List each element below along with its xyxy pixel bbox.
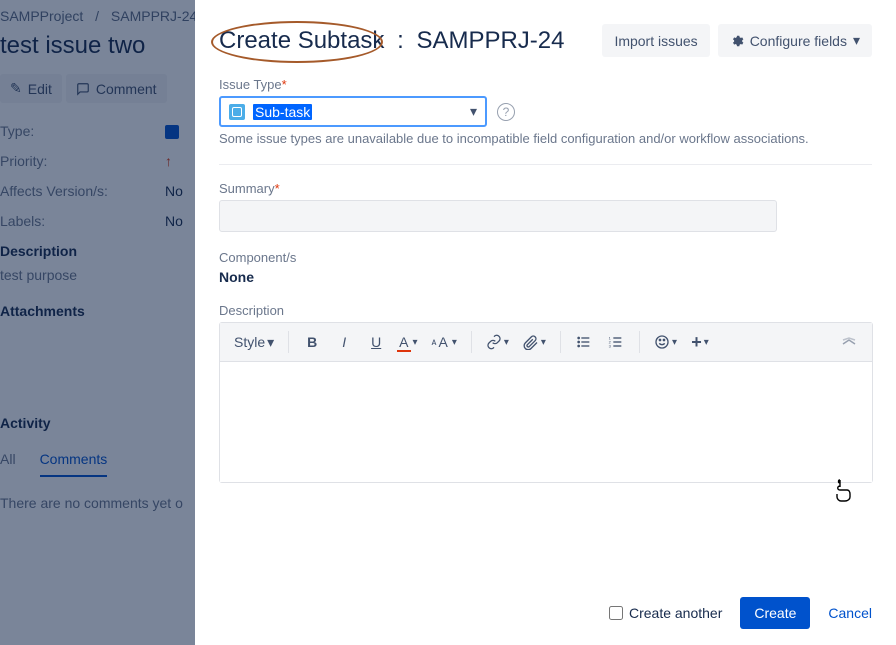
- toolbar-separator: [560, 331, 561, 353]
- cancel-button[interactable]: Cancel: [828, 605, 872, 621]
- create-another-checkbox[interactable]: [609, 606, 623, 620]
- issue-type-value: Sub-task: [253, 104, 312, 120]
- modal-title: Create Subtask : SAMPPRJ-24: [219, 27, 564, 55]
- toolbar-separator: [639, 331, 640, 353]
- toolbar-separator: [471, 331, 472, 353]
- description-label: Description: [219, 303, 872, 318]
- attachment-button[interactable]: ▾: [517, 327, 552, 357]
- configure-fields-button[interactable]: Configure fields ▾: [718, 24, 872, 57]
- caret-down-icon: ▾: [267, 334, 274, 351]
- bullet-list-button[interactable]: [569, 327, 599, 357]
- editor-toolbar: Style▾ B I U A▾ ᴀA▾ ▾ ▾: [220, 323, 872, 362]
- caret-down-icon: ▾: [672, 337, 677, 348]
- more-button[interactable]: + ▾: [685, 327, 715, 357]
- caret-down-icon: ▾: [452, 337, 457, 348]
- caret-down-icon: ▾: [541, 337, 546, 348]
- subtask-icon: [229, 104, 245, 120]
- help-icon[interactable]: ?: [497, 103, 515, 121]
- number-list-button[interactable]: 123: [601, 327, 631, 357]
- bold-button[interactable]: B: [297, 327, 327, 357]
- text-color-button[interactable]: A▾: [393, 327, 423, 357]
- summary-input[interactable]: [219, 200, 777, 232]
- issue-type-select[interactable]: Sub-task ▾: [219, 96, 487, 127]
- collapse-toolbar-button[interactable]: [834, 327, 864, 357]
- description-editor: Style▾ B I U A▾ ᴀA▾ ▾ ▾: [219, 322, 873, 483]
- components-value: None: [219, 269, 872, 285]
- description-textarea[interactable]: [220, 362, 872, 482]
- chevron-down-icon: ▾: [470, 103, 477, 120]
- create-button[interactable]: Create: [740, 597, 810, 629]
- svg-text:3: 3: [609, 343, 612, 348]
- underline-button[interactable]: U: [361, 327, 391, 357]
- caret-down-icon: ▾: [853, 32, 860, 49]
- gear-icon: [730, 34, 744, 48]
- summary-label: Summary*: [219, 181, 872, 196]
- italic-button[interactable]: I: [329, 327, 359, 357]
- caret-down-icon: ▾: [704, 337, 709, 348]
- issue-type-help: Some issue types are unavailable due to …: [219, 131, 872, 146]
- create-another-checkbox-label[interactable]: Create another: [609, 605, 722, 621]
- clear-format-button[interactable]: ᴀA▾: [426, 327, 463, 357]
- components-label: Component/s: [219, 250, 872, 265]
- caret-down-icon: ▾: [504, 337, 509, 348]
- link-button[interactable]: ▾: [480, 327, 515, 357]
- import-issues-button[interactable]: Import issues: [602, 24, 709, 57]
- emoticon-button[interactable]: ▾: [648, 327, 683, 357]
- caret-down-icon: ▾: [413, 337, 418, 348]
- issue-type-label: Issue Type*: [219, 77, 872, 92]
- toolbar-separator: [288, 331, 289, 353]
- create-subtask-modal: Create Subtask : SAMPPRJ-24 Import issue…: [195, 0, 896, 645]
- style-dropdown[interactable]: Style▾: [228, 327, 280, 357]
